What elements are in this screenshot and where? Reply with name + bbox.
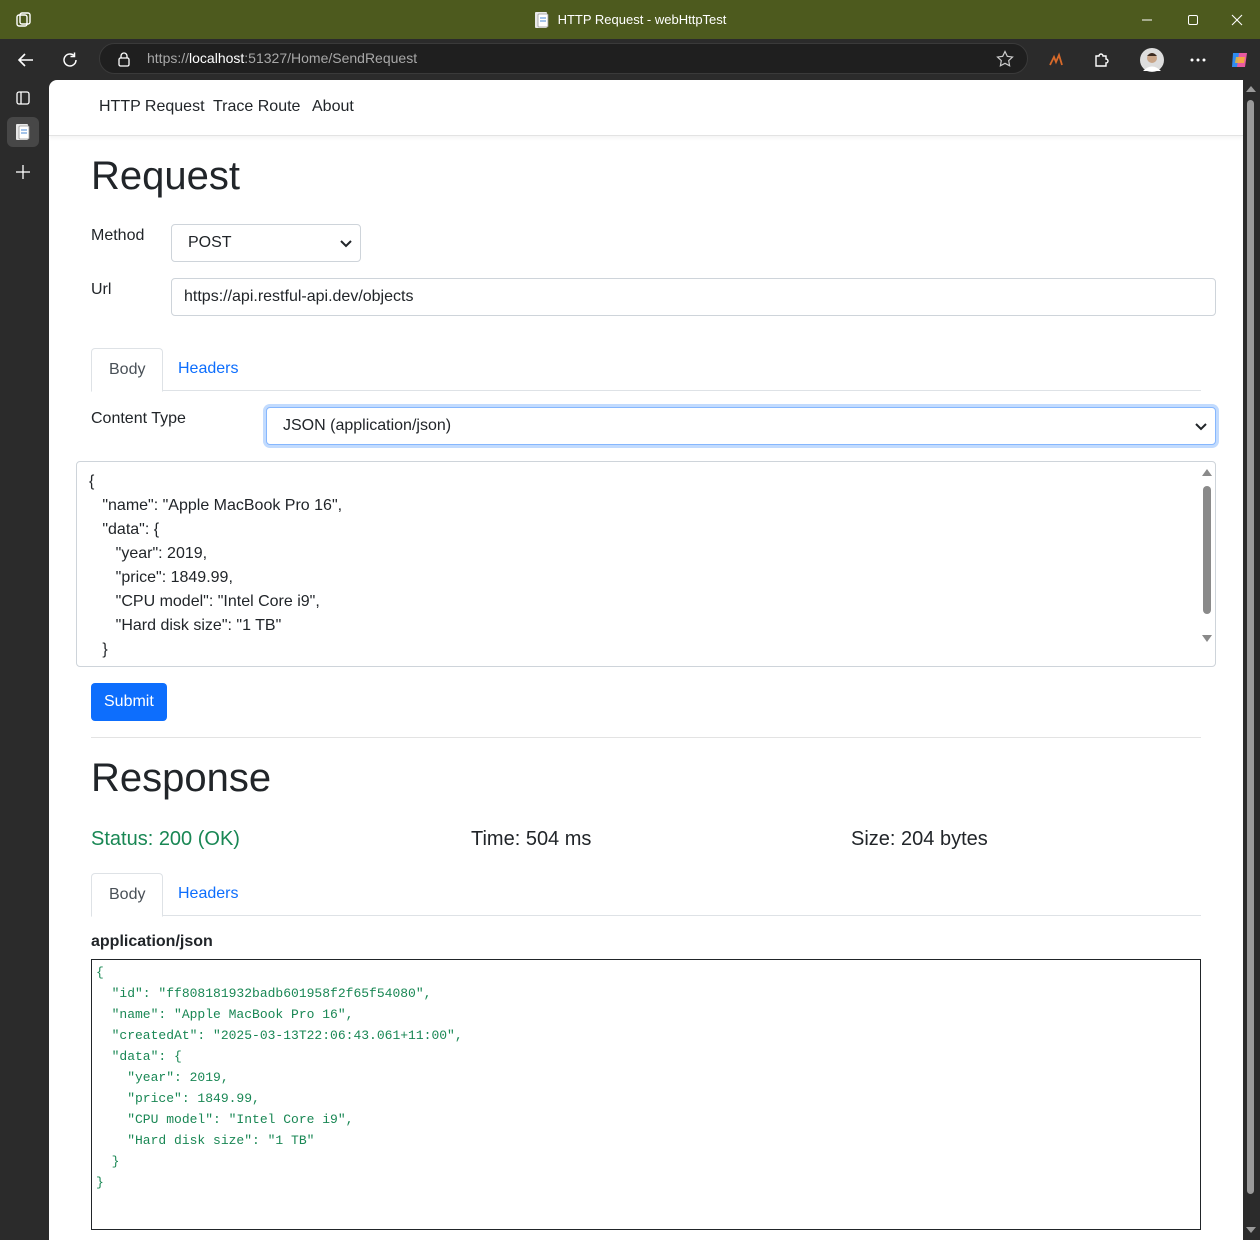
textarea-scroll-thumb[interactable]: [1203, 486, 1211, 614]
lock-icon[interactable]: [117, 51, 131, 67]
divider: [91, 737, 1201, 738]
tab-response-body[interactable]: Body: [91, 873, 164, 917]
request-heading: Request: [91, 154, 240, 198]
scroll-up-icon[interactable]: [1202, 469, 1212, 476]
vertical-tabs-sidebar: [0, 80, 49, 1240]
scroll-up-icon[interactable]: [1246, 86, 1256, 92]
chevron-down-icon: [340, 240, 352, 248]
more-icon[interactable]: [1183, 45, 1213, 75]
response-heading: Response: [91, 756, 272, 800]
page-viewport: HTTP Request Trace Route About Request M…: [49, 80, 1243, 1240]
profile-avatar[interactable]: [1137, 45, 1167, 75]
content-type-select[interactable]: JSON (application/json): [266, 407, 1216, 445]
url-label: Url: [91, 281, 112, 298]
new-tab-icon[interactable]: [7, 157, 39, 187]
maximize-icon[interactable]: [1170, 0, 1216, 39]
textarea-scrollbar[interactable]: [1199, 462, 1215, 666]
response-tabs: Body Headers: [91, 873, 1201, 917]
method-label: Method: [91, 227, 145, 244]
favorite-star-icon[interactable]: [996, 50, 1014, 68]
time-text: Time: 504 ms: [471, 828, 592, 850]
page-scroll-thumb[interactable]: [1247, 100, 1254, 1194]
url-text[interactable]: https://localhost:51327/Home/SendRequest: [147, 44, 417, 73]
submit-button[interactable]: Submit: [91, 683, 167, 721]
puzzle-icon[interactable]: [1086, 45, 1116, 75]
scroll-down-icon[interactable]: [1202, 635, 1212, 642]
document-icon: [534, 11, 548, 28]
scroll-down-icon[interactable]: [1246, 1227, 1256, 1233]
extension-icon[interactable]: [1041, 45, 1071, 75]
copilot-icon[interactable]: [1225, 45, 1255, 75]
response-content-type: application/json: [91, 933, 213, 950]
status-text: Status: 200 (OK): [91, 828, 240, 850]
nav-about[interactable]: About: [312, 98, 354, 116]
tab-actions-icon[interactable]: [7, 83, 39, 113]
method-select[interactable]: POST: [171, 224, 361, 262]
window-title: HTTP Request - webHttpTest: [557, 12, 727, 27]
page-scrollbar[interactable]: [1243, 80, 1260, 1240]
content-type-label: Content Type: [91, 410, 186, 427]
refresh-icon[interactable]: [55, 45, 85, 75]
nav-trace-route[interactable]: Trace Route: [213, 98, 300, 116]
response-body-text: { "id": "ff808181932badb601958f2f65f5408…: [96, 965, 463, 1190]
back-icon[interactable]: [11, 45, 41, 75]
nav-http-request[interactable]: HTTP Request: [99, 98, 205, 116]
address-bar[interactable]: https://localhost:51327/Home/SendRequest: [99, 43, 1028, 74]
site-navbar: HTTP Request Trace Route About: [49, 80, 1243, 136]
chevron-down-icon: [1195, 423, 1207, 431]
response-body-box: { "id": "ff808181932badb601958f2f65f5408…: [91, 959, 1201, 1230]
tab-response-headers[interactable]: Headers: [161, 873, 255, 916]
request-tabs: Body Headers: [91, 348, 1201, 392]
size-text: Size: 204 bytes: [851, 828, 988, 850]
url-input[interactable]: https://api.restful-api.dev/objects: [171, 278, 1216, 316]
vertical-tab-icon[interactable]: [7, 117, 39, 147]
close-icon[interactable]: [1214, 0, 1260, 39]
tab-request-headers[interactable]: Headers: [161, 348, 255, 391]
tab-request-body[interactable]: Body: [91, 348, 164, 392]
title-bar: HTTP Request - webHttpTest: [0, 0, 1260, 39]
minimize-icon[interactable]: [1124, 0, 1170, 39]
request-body-textarea[interactable]: { "name": "Apple MacBook Pro 16", "data"…: [76, 461, 1216, 667]
request-body-text[interactable]: { "name": "Apple MacBook Pro 16", "data"…: [77, 462, 1215, 666]
